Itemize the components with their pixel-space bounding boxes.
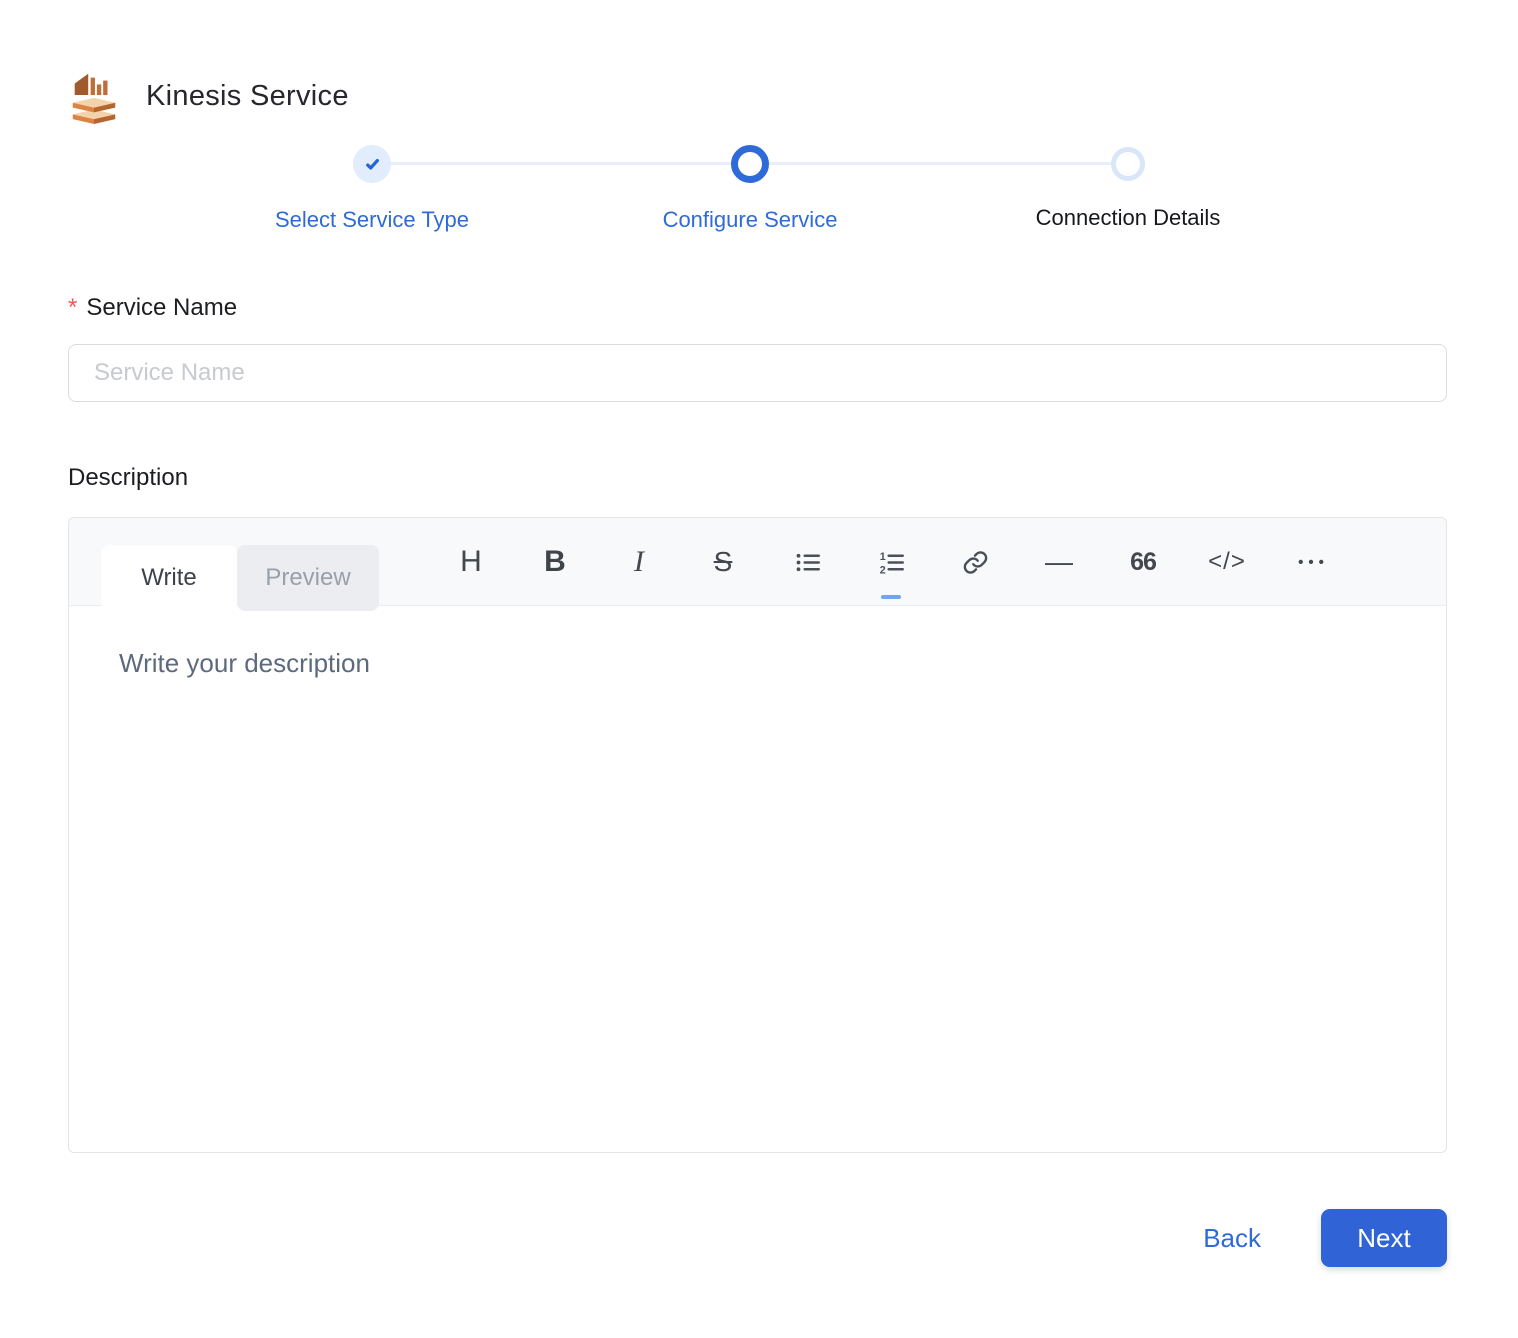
wizard-footer: Back Next <box>68 1209 1447 1267</box>
heading-button[interactable]: H <box>429 518 513 606</box>
service-name-input[interactable] <box>68 344 1447 402</box>
back-button[interactable]: Back <box>1191 1215 1273 1262</box>
required-marker: * <box>68 294 77 322</box>
step-configure-service[interactable]: Configure Service <box>561 145 939 233</box>
bold-button[interactable]: B <box>513 518 597 606</box>
page-title: Kinesis Service <box>146 80 349 113</box>
app-header: Kinesis Service <box>68 70 1447 122</box>
description-label-text: Description <box>68 464 188 492</box>
svg-text:2: 2 <box>879 564 885 575</box>
service-name-label-text: Service Name <box>86 294 237 322</box>
code-icon: </> <box>1208 548 1246 576</box>
bold-icon: B <box>544 545 566 579</box>
step-label: Connection Details <box>1036 205 1221 231</box>
editor-body <box>69 606 1446 1152</box>
next-button[interactable]: Next <box>1321 1209 1447 1267</box>
step-active-circle[interactable] <box>731 145 769 183</box>
quote-icon: 66 <box>1130 548 1156 577</box>
service-wizard-page: Kinesis Service Select Service Type Conf… <box>0 0 1518 1267</box>
svg-text:1: 1 <box>879 550 885 562</box>
unordered-list-icon <box>794 549 821 576</box>
step-label: Select Service Type <box>275 207 469 233</box>
toolbar-scrollbar[interactable] <box>881 595 901 599</box>
link-icon <box>962 549 989 576</box>
code-button[interactable]: </> <box>1185 518 1269 606</box>
step-select-service-type[interactable]: Select Service Type <box>183 145 561 233</box>
service-name-label: * Service Name <box>68 294 1447 322</box>
ordered-list-button[interactable]: 1 2 <box>849 518 933 606</box>
horizontal-rule-button[interactable]: — <box>1017 518 1101 606</box>
unordered-list-button[interactable] <box>765 518 849 606</box>
editor-toolbar: H B I S <box>429 518 1353 606</box>
more-icon: ••• <box>1293 554 1329 571</box>
wizard-stepper: Select Service Type Configure Service Co… <box>183 145 1317 233</box>
editor-toolbar-bar: Write Preview H B I S <box>69 518 1446 606</box>
italic-icon: I <box>634 545 644 579</box>
strikethrough-button[interactable]: S <box>681 518 765 606</box>
link-button[interactable] <box>933 518 1017 606</box>
step-connection-details[interactable]: Connection Details <box>939 145 1317 233</box>
editor-tabs: Write Preview <box>101 545 379 611</box>
step-completed-circle[interactable] <box>353 145 391 183</box>
step-upcoming-circle[interactable] <box>1111 147 1145 181</box>
kinesis-icon <box>68 68 120 124</box>
horizontal-rule-icon: — <box>1045 546 1073 578</box>
tab-write[interactable]: Write <box>101 545 237 611</box>
check-icon <box>363 155 382 174</box>
markdown-editor: Write Preview H B I S <box>68 517 1447 1153</box>
step-label: Configure Service <box>663 207 838 233</box>
description-textarea[interactable] <box>69 606 1446 1152</box>
strikethrough-icon: S <box>709 546 738 578</box>
ordered-list-icon: 1 2 <box>878 549 905 576</box>
quote-button[interactable]: 66 <box>1101 518 1185 606</box>
italic-button[interactable]: I <box>597 518 681 606</box>
heading-icon: H <box>460 545 482 579</box>
tab-preview[interactable]: Preview <box>237 545 379 611</box>
description-label: Description <box>68 464 1447 492</box>
more-button[interactable]: ••• <box>1269 518 1353 606</box>
